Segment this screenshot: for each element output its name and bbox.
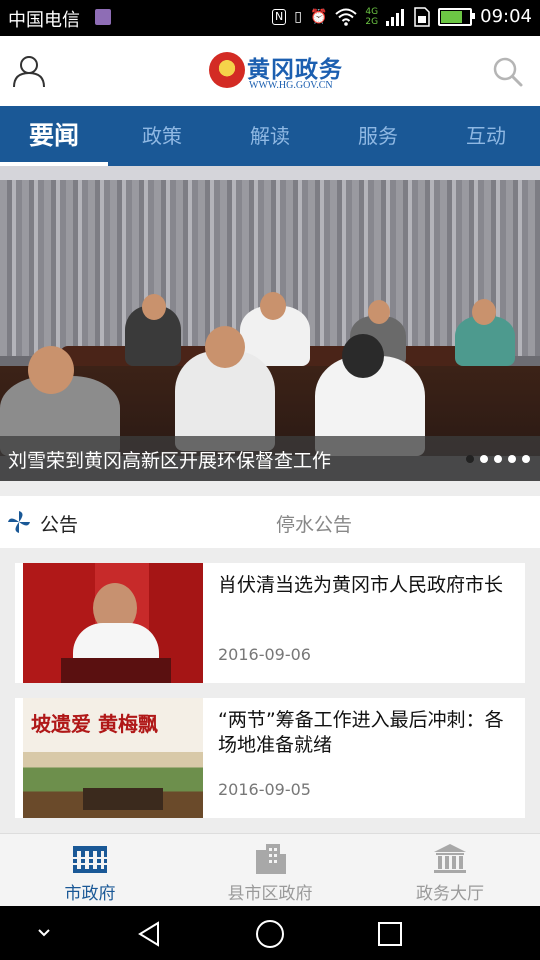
news-title[interactable]: “两节”筹备工作进入最后冲刺：各场地准备就绪 [218,708,513,758]
carousel-dot[interactable] [508,455,516,463]
nav-label: 县市区政府 [227,884,313,904]
status-icons: N ▯ ⏰ 4G 2G 09:04 [272,6,532,27]
tab-services[interactable]: 服务 [324,106,432,166]
nfc-icon: N [272,8,287,25]
thumbnail-podium [61,658,171,683]
tab-interpretation[interactable]: 解读 [216,106,324,166]
wifi-icon [335,8,358,26]
hero-caption-bar: 刘雪荣到黄冈高新区开展环保督查工作 [0,436,540,481]
network-label-2g: 2G [365,16,379,27]
app-logo: 黄冈政务 WWW.HG.GOV.CN [209,50,344,94]
tab-headlines[interactable]: 要闻 [0,106,108,166]
thumbnail-calligraphy: 坡遗爱 黄梅飘 [31,712,158,736]
hero-person-head [205,326,245,368]
news-item[interactable]: 坡遗爱 黄梅飘 “两节”筹备工作进入最后冲刺：各场地准备就绪 2016-09-0… [15,698,525,818]
news-title[interactable]: 肖伏清当选为黄冈市人民政府市长 [218,573,513,598]
back-icon[interactable] [136,920,164,948]
recent-apps-icon[interactable] [377,921,403,947]
signal-icon [386,8,405,26]
hero-person-head [260,292,286,320]
government-hall-icon [434,844,466,873]
hero-person-head [142,294,166,320]
status-bar: 中国电信 N ▯ ⏰ 4G 2G 09:04 [0,0,540,36]
nav-county-government[interactable]: 县市区政府 [180,834,360,907]
clock: 09:04 [480,6,532,27]
city-government-icon [73,846,107,873]
logo-title: 黄冈政务 [247,57,343,83]
pinwheel-icon [8,511,30,533]
home-icon[interactable] [255,919,285,949]
carrier-name: 中国电信 [8,10,80,31]
news-date: 2016-09-05 [218,780,311,799]
nav-label: 市政府 [64,884,116,904]
alarm-icon: ⏰ [309,8,328,25]
county-buildings-icon [256,844,286,874]
search-icon[interactable] [492,56,524,88]
category-tabs: 要闻 政策 解读 服务 互动 [0,106,540,166]
hero-person-head [368,300,390,324]
nav-government-hall[interactable]: 政务大厅 [360,834,540,907]
national-emblem-icon [209,52,245,88]
hero-person-head [342,334,384,378]
news-thumbnail [23,563,203,683]
user-icon[interactable] [12,54,46,88]
sim-icon [95,9,111,25]
notice-text[interactable]: 停水公告 [276,510,352,537]
carousel-indicator [466,455,530,463]
news-thumbnail: 坡遗爱 黄梅飘 [23,698,203,818]
hero-person-head [472,299,496,325]
sim-card-icon [414,6,430,27]
news-item[interactable]: 肖伏清当选为黄冈市人民政府市长 2016-09-06 [15,563,525,683]
carousel-dot[interactable] [522,455,530,463]
system-navigation-bar [0,906,540,960]
notice-bar[interactable]: 公告 停水公告 [0,496,540,548]
nav-city-government[interactable]: 市政府 [0,834,180,907]
vibrate-icon: ▯ [294,8,302,25]
logo-url: WWW.HG.GOV.CN [249,80,333,91]
hero-image-ceiling [0,166,540,180]
news-date: 2016-09-06 [218,645,311,664]
bottom-navigation: 市政府 县市区政府 政务大厅 [0,833,540,907]
thumbnail-building [83,788,163,810]
network-label-4g: 4G [365,6,379,17]
tab-interaction[interactable]: 互动 [432,106,540,166]
nav-label: 政务大厅 [416,884,484,904]
hero-person-head [28,346,74,394]
tab-policy[interactable]: 政策 [108,106,216,166]
hero-caption: 刘雪荣到黄冈高新区开展环保督查工作 [8,450,332,472]
hero-carousel[interactable]: 刘雪荣到黄冈高新区开展环保督查工作 [0,166,540,481]
carousel-dot[interactable] [494,455,502,463]
network-type: 4G 2G [365,7,378,27]
carousel-dot[interactable] [480,455,488,463]
carousel-dot[interactable] [466,455,474,463]
app-header: 黄冈政务 WWW.HG.GOV.CN [0,36,540,106]
notice-label: 公告 [40,514,79,536]
chevron-down-icon[interactable] [36,926,52,940]
battery-icon [438,7,476,26]
